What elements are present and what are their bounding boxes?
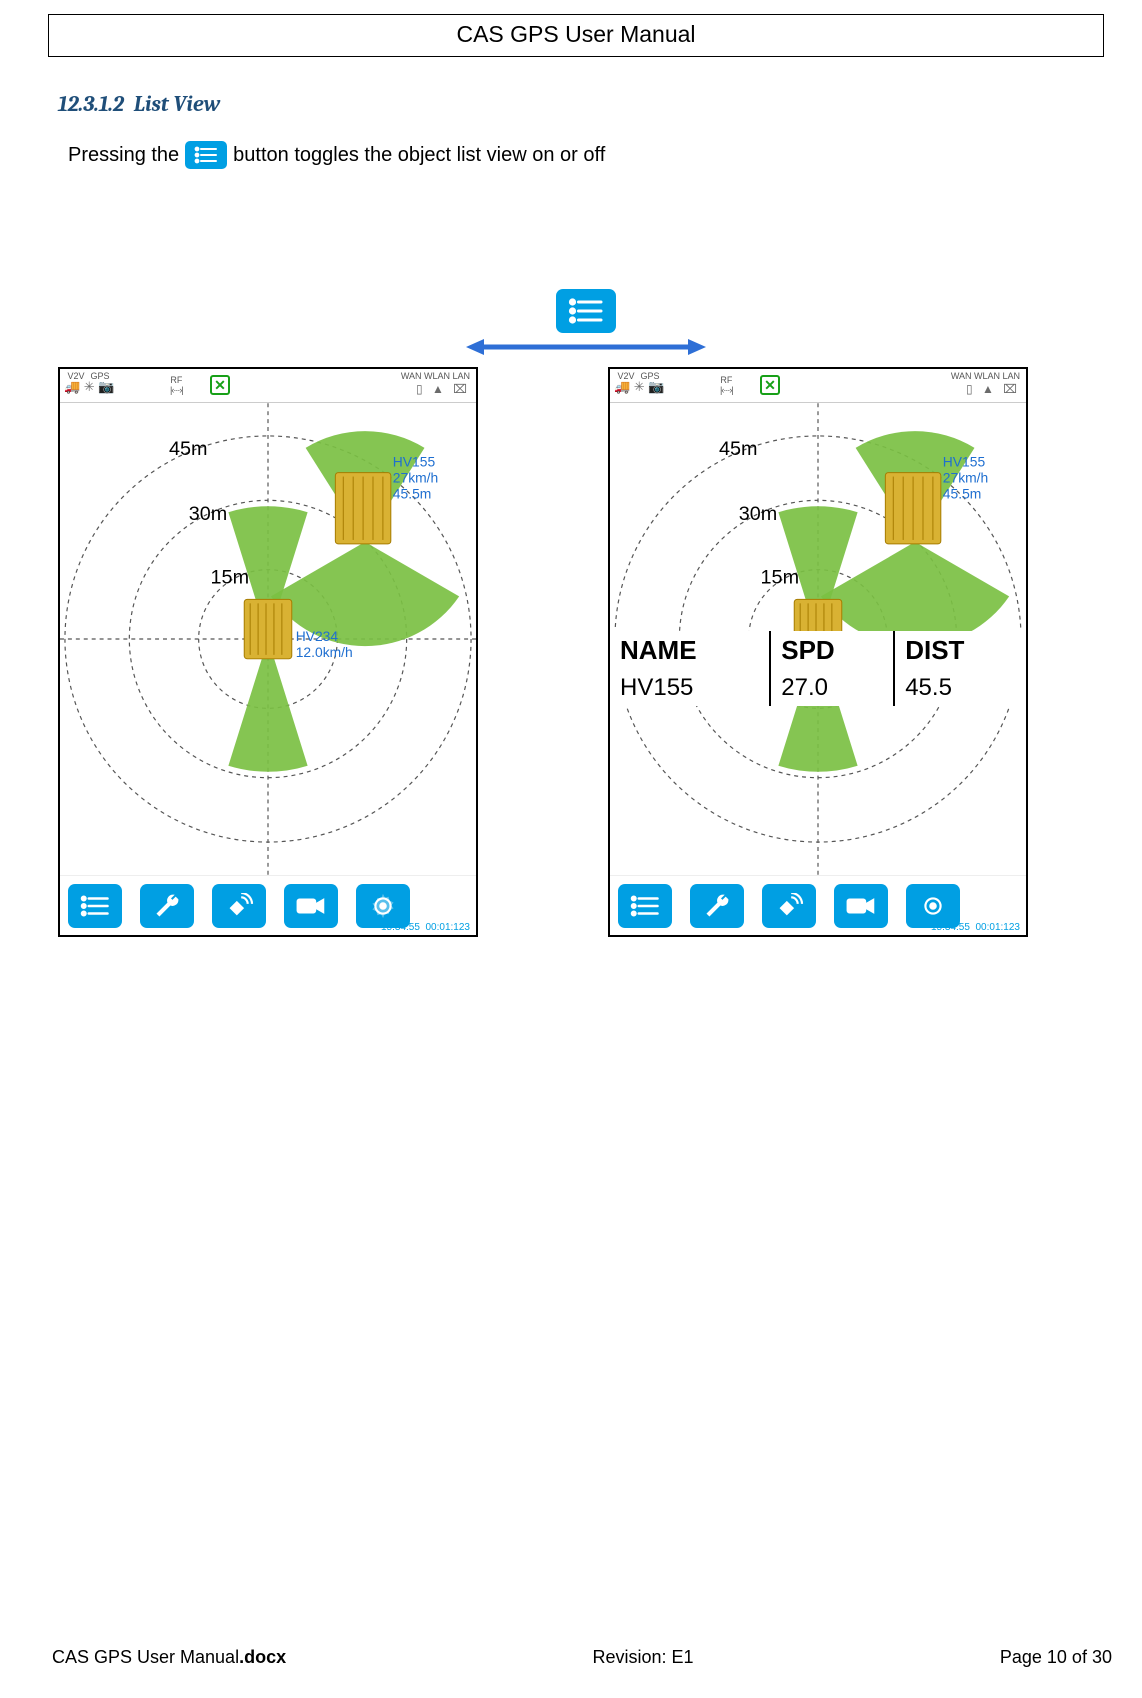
page-header: CAS GPS User Manual xyxy=(48,14,1104,57)
svg-text:HV155: HV155 xyxy=(393,454,436,470)
page-footer: CAS GPS User Manual.docx Revision: E1 Pa… xyxy=(52,1647,1112,1668)
intro-text: Pressing the button toggles the object l… xyxy=(68,141,1114,169)
svg-text:HV234: HV234 xyxy=(296,628,339,644)
ring-15: 15m xyxy=(211,567,250,589)
footer-page: Page 10 of 30 xyxy=(1000,1647,1112,1668)
close-icon[interactable]: ✕ xyxy=(760,375,780,395)
satellite-button[interactable] xyxy=(212,884,266,928)
settings-button[interactable] xyxy=(906,884,960,928)
list-icon xyxy=(185,141,227,169)
section-title: List View xyxy=(134,91,221,117)
svg-text:45.5m: 45.5m xyxy=(943,485,982,501)
rf-indicator: RF xyxy=(170,375,183,395)
network-icons: ▯ ▲ ⌧ xyxy=(401,382,470,396)
camera-button[interactable] xyxy=(834,884,888,928)
wrench-button[interactable] xyxy=(140,884,194,928)
v2v-gps-icons: 🚚 ✳ 📷 xyxy=(64,382,115,392)
screenshot-radar-with-list: V2VGPS 🚚 ✳ 📷 RF ✕ WAN WLAN LAN ▯ ▲ ⌧ xyxy=(608,367,1028,937)
object-list-view: NAME SPD DIST HV155 27.0 45.5 xyxy=(610,631,1026,706)
footer-filename: CAS GPS User Manual.docx xyxy=(52,1647,286,1668)
svg-text:27km/h: 27km/h xyxy=(393,470,438,486)
status-bar: V2VGPS 🚚 ✳ 📷 RF ✕ WAN WLAN LAN ▯ ▲ ⌧ xyxy=(60,369,476,403)
close-icon[interactable]: ✕ xyxy=(210,375,230,395)
rf-indicator: RF xyxy=(720,375,733,395)
list-icon-large xyxy=(556,289,616,333)
section-heading: 12.3.1.2 List View xyxy=(58,91,1114,117)
toggle-diagram xyxy=(58,289,1114,357)
svg-text:30m: 30m xyxy=(739,503,778,525)
svg-text:HV155: HV155 xyxy=(943,454,986,470)
v2v-gps-icons: 🚚 ✳ 📷 xyxy=(614,382,665,392)
status-bar: V2VGPS 🚚 ✳ 📷 RF ✕ WAN WLAN LAN ▯ ▲ ⌧ xyxy=(610,369,1026,403)
footer-revision: Revision: E1 xyxy=(592,1647,693,1668)
screenshot-radar-only: V2VGPS 🚚 ✳ 📷 RF ✕ WAN WLAN LAN ▯ ▲ ⌧ xyxy=(58,367,478,937)
timestamp: 15:34:55 00:01:123 xyxy=(381,922,470,933)
svg-text:27km/h: 27km/h xyxy=(943,470,988,486)
svg-text:15m: 15m xyxy=(761,567,800,589)
list-button[interactable] xyxy=(618,884,672,928)
ring-45: 45m xyxy=(169,438,208,460)
satellite-button[interactable] xyxy=(762,884,816,928)
ring-30: 30m xyxy=(189,503,228,525)
section-number: 12.3.1.2 xyxy=(58,91,124,117)
network-icons: ▯ ▲ ⌧ xyxy=(951,382,1020,396)
svg-text:45m: 45m xyxy=(719,438,758,460)
list-row[interactable]: HV155 27.0 45.5 xyxy=(610,670,1026,706)
svg-text:12.0km/h: 12.0km/h xyxy=(296,644,353,660)
radar-view: 45m 30m 15m HV155 27km/h 45.5m HV234 12.… xyxy=(60,403,476,875)
wrench-button[interactable] xyxy=(690,884,744,928)
double-arrow-icon xyxy=(466,337,706,357)
svg-text:45.5m: 45.5m xyxy=(393,485,432,501)
settings-button[interactable] xyxy=(356,884,410,928)
camera-button[interactable] xyxy=(284,884,338,928)
list-header-row: NAME SPD DIST xyxy=(610,631,1026,670)
list-button[interactable] xyxy=(68,884,122,928)
timestamp: 15:34:55 00:01:123 xyxy=(931,922,1020,933)
